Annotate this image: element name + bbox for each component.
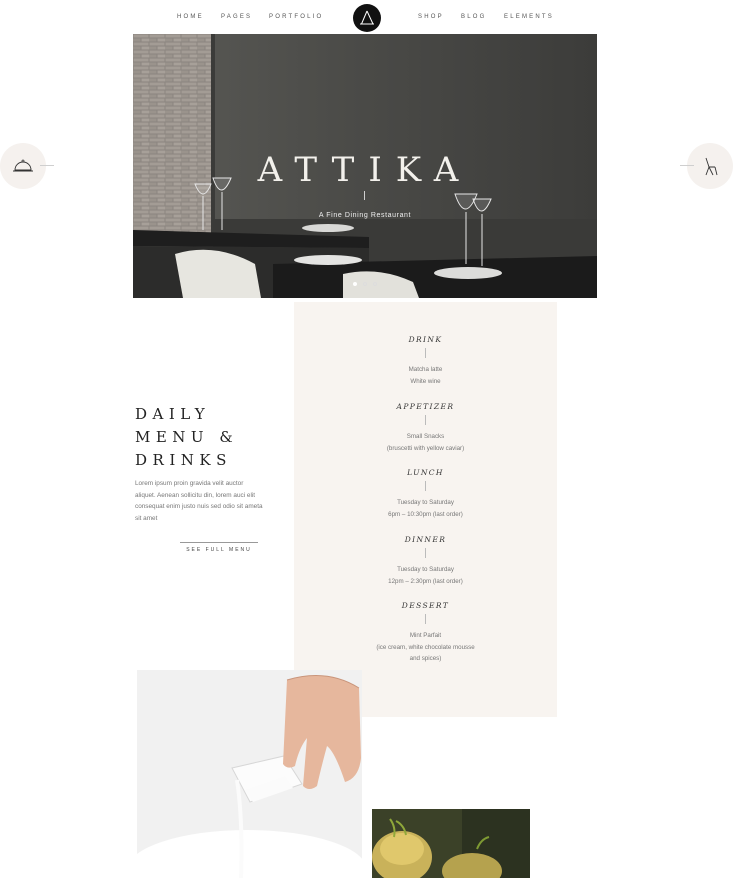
title-line: DAILY bbox=[135, 405, 211, 423]
side-menu-button[interactable] bbox=[0, 143, 46, 189]
menu-panel: DRINK Matcha latte White wine APPETIZER … bbox=[294, 302, 557, 717]
menu-item: and spices) bbox=[409, 655, 442, 662]
attika-logo-icon bbox=[353, 4, 381, 32]
chair-icon bbox=[705, 157, 718, 176]
nav-elements[interactable]: ELEMENTS bbox=[504, 14, 554, 20]
section-divider bbox=[425, 481, 426, 491]
slider-dots bbox=[353, 282, 377, 286]
pouring-cream-image bbox=[137, 670, 362, 878]
side-divider bbox=[40, 165, 54, 166]
title-line: DRINKS bbox=[135, 451, 232, 469]
section-title: LUNCH bbox=[407, 468, 444, 477]
menu-item: Tuesday to Saturday bbox=[397, 566, 454, 573]
nav-shop[interactable]: SHOP bbox=[418, 14, 444, 20]
hero-slider[interactable]: ATTIKA A Fine Dining Restaurant bbox=[133, 34, 597, 298]
food-dish-image bbox=[372, 809, 530, 878]
section-divider bbox=[425, 348, 426, 358]
nav-blog[interactable]: BLOG bbox=[461, 14, 486, 20]
menu-section-dessert: DESSERT Mint Parfait (ice cream, white c… bbox=[294, 601, 557, 665]
menu-item: Mint Parfait bbox=[409, 632, 442, 639]
slider-dot[interactable] bbox=[373, 282, 377, 286]
side-reservation-button[interactable] bbox=[687, 143, 733, 189]
menu-section-lunch: LUNCH Tuesday to Saturday 6pm – 10:30pm … bbox=[294, 468, 557, 520]
slider-dot[interactable] bbox=[353, 282, 357, 286]
menu-section-dinner: DINNER Tuesday to Saturday 12pm – 2:30pm… bbox=[294, 535, 557, 587]
side-divider bbox=[680, 165, 694, 166]
menu-section-appetizer: APPETIZER Small Snacks (bruscetti with y… bbox=[294, 402, 557, 454]
see-full-menu-button[interactable]: SEE FULL MENU bbox=[180, 542, 258, 553]
nav-home[interactable]: HOME bbox=[177, 14, 204, 20]
menu-item: (ice cream, white chocolate mousse bbox=[376, 643, 475, 651]
section-title: DESSERT bbox=[401, 601, 450, 610]
main-nav: HOME PAGES PORTFOLIO SHOP BLOG ELEMENTS bbox=[0, 0, 734, 36]
cloche-icon bbox=[13, 159, 33, 172]
hero-divider bbox=[364, 191, 365, 200]
menu-item: Small Snacks bbox=[406, 433, 445, 440]
menu-item: White wine bbox=[410, 377, 441, 385]
menu-item: Tuesday to Saturday bbox=[397, 499, 454, 506]
menu-item: 6pm – 10:30pm (last order) bbox=[388, 510, 463, 518]
hero-subtitle: A Fine Dining Restaurant bbox=[318, 212, 412, 219]
section-divider bbox=[425, 614, 426, 624]
daily-menu-title: DAILY MENU & DRINKS bbox=[135, 403, 238, 472]
section-title: DINNER bbox=[404, 535, 447, 544]
logo[interactable] bbox=[343, 0, 391, 36]
nav-portfolio[interactable]: PORTFOLIO bbox=[269, 14, 323, 20]
menu-item: 12pm – 2:30pm (last order) bbox=[388, 577, 463, 585]
menu-item: (bruscetti with yellow caviar) bbox=[386, 444, 465, 452]
menu-section-drink: DRINK Matcha latte White wine bbox=[294, 335, 557, 387]
title-line: MENU & bbox=[135, 428, 239, 446]
section-divider bbox=[425, 548, 426, 558]
section-divider bbox=[425, 415, 426, 425]
slider-dot[interactable] bbox=[363, 282, 367, 286]
nav-pages[interactable]: PAGES bbox=[221, 14, 252, 20]
section-title: DRINK bbox=[408, 335, 443, 344]
hero-title: ATTIKA bbox=[257, 150, 473, 190]
section-title: APPETIZER bbox=[396, 402, 455, 411]
menu-item: Matcha latte bbox=[408, 366, 443, 373]
daily-description: Lorem ipsum proin gravida velit auctor a… bbox=[135, 480, 263, 522]
